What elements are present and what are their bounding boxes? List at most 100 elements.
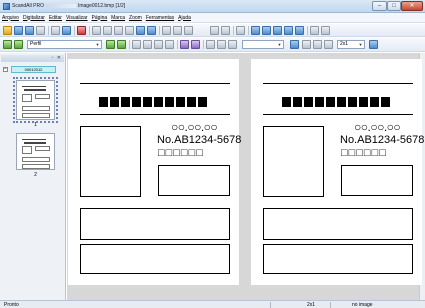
page-view-icon[interactable] [132, 40, 141, 49]
print-icon[interactable] [51, 26, 60, 35]
menu-pagina[interactable]: Página [92, 15, 108, 21]
copy-icon[interactable] [103, 26, 112, 35]
toolbar-separator [203, 40, 204, 49]
file-name: Image0012.bmp [1/2] [77, 3, 126, 9]
zoom-value: 2x1 [340, 41, 349, 47]
tree-item-label: 00012012 [11, 66, 56, 73]
menu-bar: Arquivo Digitalizar Editar Visualizar Pá… [0, 13, 425, 23]
date-circles: ○○.○○.○○ [171, 120, 218, 134]
multi-page-view-icon[interactable] [165, 40, 174, 49]
image-adjust-icon[interactable] [180, 40, 189, 49]
save-icon[interactable] [14, 26, 23, 35]
tree-item[interactable]: − 00012012 [3, 66, 63, 73]
help-icon[interactable] [321, 26, 330, 35]
toolbar-separator [177, 40, 178, 49]
settings-icon[interactable] [206, 40, 215, 49]
grid-view-icon[interactable] [369, 40, 378, 49]
page-select[interactable]: ▼ [242, 40, 284, 49]
undo-icon[interactable] [136, 26, 145, 35]
two-page-view-icon[interactable] [143, 40, 152, 49]
page-thumbnail[interactable] [16, 133, 55, 170]
photo-box [263, 126, 324, 197]
image-view[interactable]: ○○.○○.○○ No.AB1234-5678 □□□□□□ ○○.○○.○○ … [67, 53, 425, 300]
status-separator [270, 302, 271, 308]
menu-digitalizar[interactable]: Digitalizar [23, 15, 45, 21]
thumbnail-number: 2 [34, 172, 37, 178]
zoom-in-icon[interactable] [324, 40, 333, 49]
refresh-icon[interactable] [106, 40, 115, 49]
info-box [158, 165, 230, 196]
page-image-right: ○○.○○.○○ No.AB1234-5678 □□□□□□ [251, 59, 424, 285]
page-first-icon[interactable] [251, 26, 260, 35]
fit-page-icon[interactable] [290, 40, 299, 49]
square-boxes: □□□□□□ [158, 147, 204, 159]
scan-to-file-icon[interactable] [14, 40, 23, 49]
window-title: ScandAll PRO Image0012.bmp [1/2] [12, 3, 125, 9]
scan-to-folder-icon[interactable] [3, 40, 12, 49]
info-box [80, 244, 230, 274]
save-as-icon[interactable] [25, 26, 34, 35]
info-box [263, 244, 413, 274]
close-file-icon[interactable] [36, 26, 45, 35]
square-boxes: □□□□□□ [341, 147, 387, 159]
thumbnail-view-icon[interactable] [154, 40, 163, 49]
properties-icon[interactable] [310, 26, 319, 35]
profile-value: Perfil [30, 41, 42, 47]
rectangle-tool-icon[interactable] [184, 26, 193, 35]
app-name: ScandAll PRO [12, 3, 44, 9]
page-image-left: ○○.○○.○○ No.AB1234-5678 □□□□□□ [68, 59, 241, 285]
minimize-button[interactable]: – [372, 1, 387, 11]
zoom-select[interactable]: 2x1 ▼ [337, 40, 365, 49]
rotate-right-icon[interactable] [221, 26, 230, 35]
secondary-toolbar: Perfil ▼ ▼ 2x1 ▼ [0, 38, 425, 52]
app-icon [3, 3, 10, 10]
page-thumbnail[interactable] [13, 77, 58, 123]
back-icon[interactable] [217, 40, 226, 49]
delete-icon[interactable] [125, 26, 134, 35]
crop-icon[interactable] [173, 26, 182, 35]
open-folder-icon[interactable] [3, 26, 12, 35]
menu-ajuda[interactable]: Ajuda [178, 15, 191, 21]
menu-marca[interactable]: Marca [111, 15, 125, 21]
page-next-icon[interactable] [273, 26, 282, 35]
menu-zoom[interactable]: Zoom [129, 15, 142, 21]
menu-editar[interactable]: Editar [49, 15, 62, 21]
scan-settings-icon[interactable] [62, 26, 71, 35]
color-adjust-icon[interactable] [191, 40, 200, 49]
cut-icon[interactable] [92, 26, 101, 35]
menu-ferramentas[interactable]: Ferramentas [146, 15, 174, 21]
menu-visualizar[interactable]: Visualizar [66, 15, 88, 21]
thumbnail-box [35, 94, 50, 99]
info-box [80, 208, 230, 240]
page-insert-icon[interactable] [295, 26, 304, 35]
forward-icon[interactable] [228, 40, 237, 49]
thumbnail-box [22, 146, 32, 154]
rotate-left-icon[interactable] [210, 26, 219, 35]
thumbnail-panel: ▫ ✕ − 00012012 1 2 [0, 53, 66, 300]
toolbar-separator [74, 26, 75, 35]
scan-start-icon[interactable] [117, 40, 126, 49]
panel-controls[interactable]: ▫ ✕ [52, 55, 62, 62]
select-area-icon[interactable] [162, 26, 171, 35]
thumbnail-box [22, 106, 50, 111]
zoom-out-icon[interactable] [313, 40, 322, 49]
redacted-block [282, 97, 390, 107]
chevron-down-icon: ▼ [277, 42, 282, 47]
paste-icon[interactable] [114, 26, 123, 35]
scan-icon[interactable] [77, 26, 86, 35]
page-last-icon[interactable] [284, 26, 293, 35]
collapse-icon[interactable]: − [3, 67, 8, 72]
date-circles: ○○.○○.○○ [354, 120, 401, 134]
close-button[interactable]: ✕ [401, 1, 423, 11]
flip-icon[interactable] [236, 26, 245, 35]
toolbar-separator [89, 26, 90, 35]
redo-icon[interactable] [147, 26, 156, 35]
thumbnail-box [22, 113, 50, 118]
profile-select[interactable]: Perfil ▼ [27, 40, 102, 49]
maximize-button[interactable]: □ [387, 1, 401, 11]
status-separator [330, 302, 331, 308]
fit-width-icon[interactable] [302, 40, 311, 49]
page-prev-icon[interactable] [262, 26, 271, 35]
menu-arquivo[interactable]: Arquivo [2, 15, 19, 21]
info-box [341, 165, 413, 196]
